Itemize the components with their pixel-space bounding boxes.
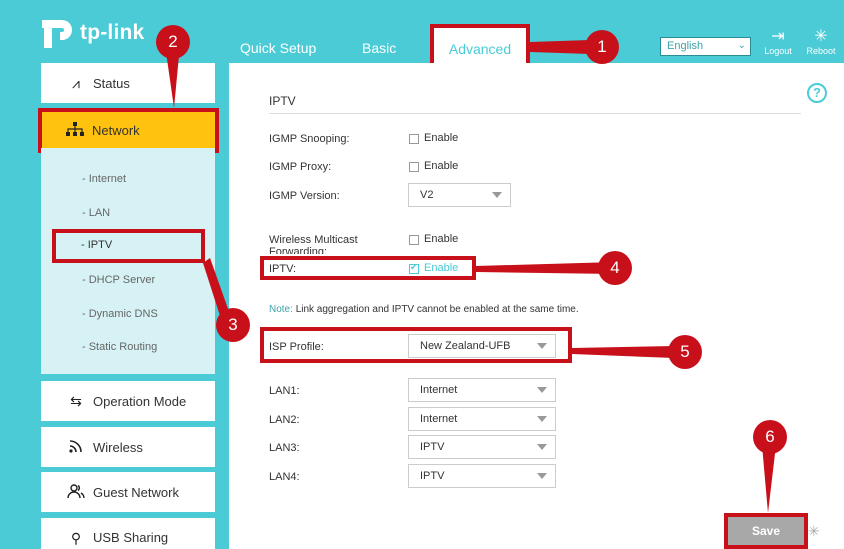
callout-arrow-6	[762, 445, 776, 513]
callout-3: 3	[216, 308, 250, 342]
callout-arrow-1	[530, 40, 590, 54]
annotation-arrows	[165, 40, 776, 513]
callout-arrow-5	[572, 346, 674, 358]
callout-5: 5	[668, 335, 702, 369]
callout-arrow-4	[476, 262, 616, 274]
callout-6: 6	[753, 420, 787, 454]
callout-2: 2	[156, 25, 190, 59]
callout-4: 4	[598, 251, 632, 285]
callout-1: 1	[585, 30, 619, 64]
